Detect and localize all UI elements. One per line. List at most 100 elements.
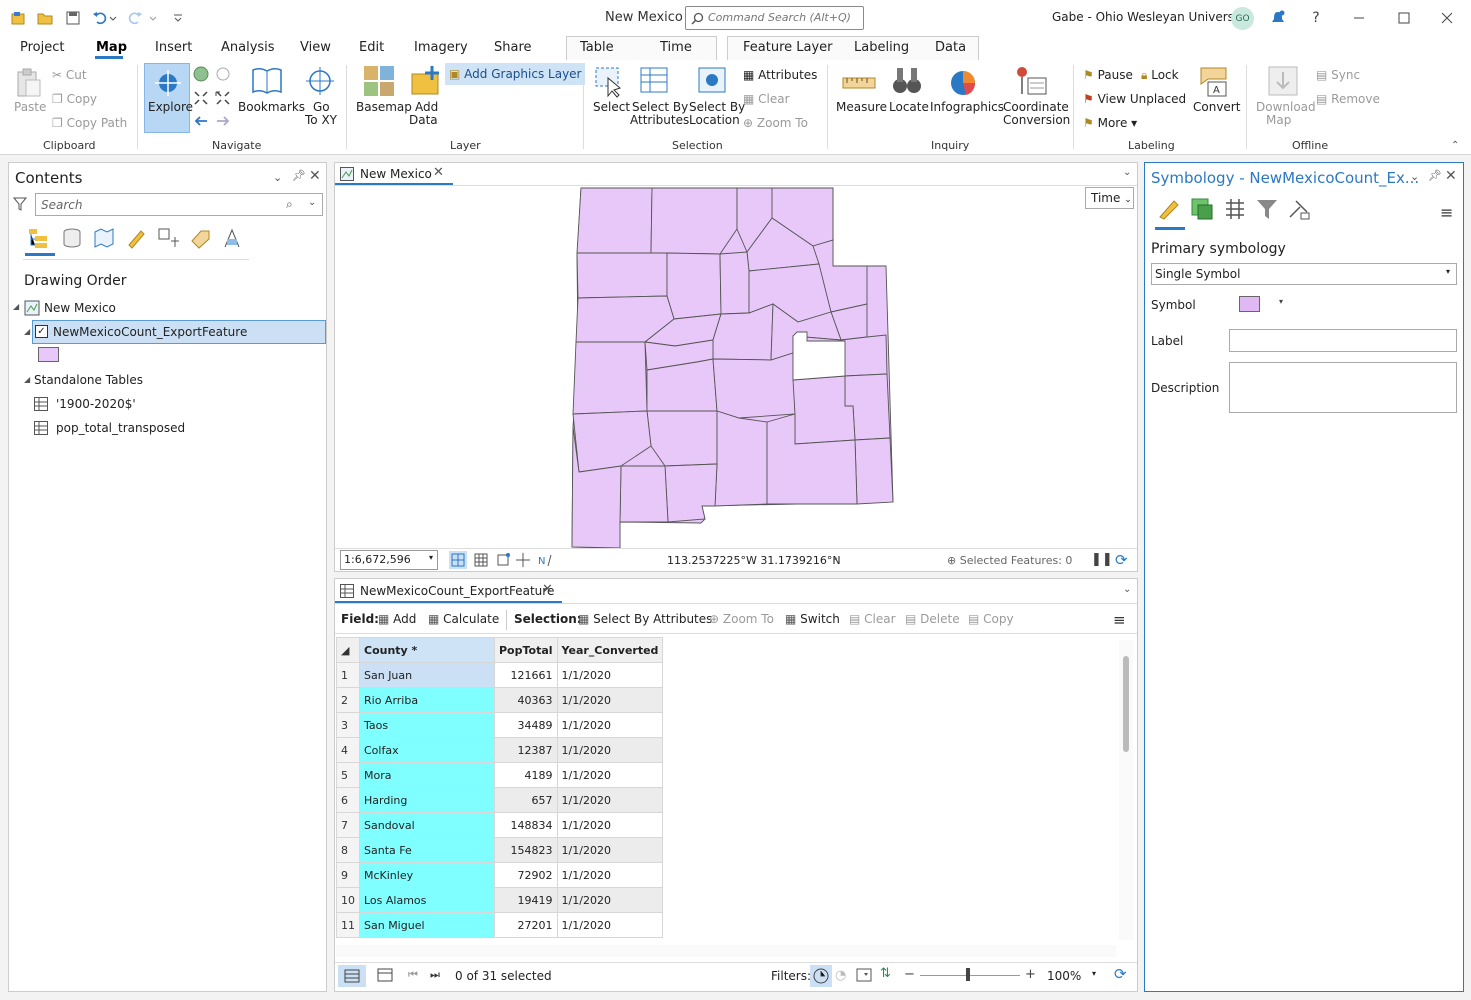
poptotal-cell[interactable]: 148834	[494, 812, 558, 838]
table-row[interactable]: 9 McKinley 72902 1/1/2020	[336, 862, 664, 888]
row-number[interactable]: 9	[336, 862, 360, 888]
zoom-in-icon[interactable]: +	[1025, 967, 1036, 982]
bookmarks-button[interactable]	[250, 64, 284, 98]
coordinate-readout[interactable]: 113.2537225°W 31.1739216°N	[667, 554, 841, 567]
year-cell[interactable]: 1/1/2020	[556, 712, 664, 738]
select-button[interactable]	[592, 64, 626, 98]
table-row[interactable]: 3 Taos 34489 1/1/2020	[336, 712, 664, 738]
close-tab-icon[interactable]: ✕	[433, 165, 444, 180]
year-cell[interactable]: 1/1/2020	[556, 887, 664, 913]
table-row[interactable]: 4 Colfax 12387 1/1/2020	[336, 737, 664, 763]
calculate-field-button[interactable]: ▦ Calculate	[428, 612, 499, 626]
column-header-poptotal[interactable]: PopTotal	[494, 637, 558, 663]
map-name[interactable]: New Mexico	[44, 301, 116, 315]
maximize-icon[interactable]	[1394, 8, 1414, 28]
search-options-icon[interactable]: ⌄	[308, 197, 316, 208]
tab-view[interactable]: View	[300, 40, 331, 55]
save-icon[interactable]	[63, 8, 83, 28]
row-number[interactable]: 1	[336, 662, 360, 688]
open-project-icon[interactable]	[35, 8, 55, 28]
pane-menu-icon[interactable]: ⌄	[273, 171, 282, 184]
year-cell[interactable]: 1/1/2020	[556, 787, 664, 813]
county-cell[interactable]: San Juan	[359, 662, 495, 688]
time-filter-icon[interactable]	[810, 965, 832, 987]
standalone-tables-heading[interactable]: Standalone Tables	[34, 373, 143, 387]
command-search-input[interactable]: Command Search (Alt+Q)	[685, 6, 864, 30]
poptotal-cell[interactable]: 121661	[494, 662, 558, 688]
expand-layer-icon[interactable]: ◢	[24, 327, 30, 336]
year-cell[interactable]: 1/1/2020	[556, 662, 664, 688]
zoom-slider-thumb[interactable]	[966, 968, 970, 981]
year-cell[interactable]: 1/1/2020	[556, 812, 664, 838]
column-header-county[interactable]: County *	[359, 637, 495, 663]
map-canvas[interactable]	[335, 186, 1137, 548]
avatar[interactable]: GO	[1231, 7, 1254, 30]
extent-filter-icon[interactable]	[856, 967, 872, 983]
row-number[interactable]: 11	[336, 912, 360, 938]
symbology-menu-icon[interactable]: ≡	[1440, 203, 1453, 222]
go-to-xy-button[interactable]	[303, 64, 337, 98]
attributes-button[interactable]: ▦ Attributes	[743, 68, 817, 82]
constraints-icon[interactable]	[515, 552, 531, 568]
collapse-ribbon-icon[interactable]: ⌃	[1451, 140, 1459, 151]
locate-button[interactable]	[890, 64, 924, 98]
infographics-button[interactable]	[946, 64, 980, 98]
vary-symbology-tab-icon[interactable]	[1190, 197, 1214, 221]
poptotal-cell[interactable]: 4189	[494, 762, 558, 788]
year-cell[interactable]: 1/1/2020	[556, 837, 664, 863]
search-icon[interactable]: ⌕	[286, 197, 293, 212]
layer-symbol-swatch[interactable]	[38, 347, 59, 362]
zoom-out-icon[interactable]: −	[904, 967, 915, 982]
tab-edit[interactable]: Edit	[359, 40, 384, 55]
user-name[interactable]: Gabe - Ohio Wesleyan University	[1052, 10, 1249, 24]
expand-map-icon[interactable]: ◢	[13, 302, 19, 311]
county-cell[interactable]: Mora	[359, 762, 495, 788]
new-project-icon[interactable]	[8, 8, 28, 28]
layer-name[interactable]: NewMexicoCount_ExportFeature	[53, 325, 247, 339]
coordinate-conversion-button[interactable]	[1014, 64, 1048, 98]
customize-qat-icon[interactable]	[168, 8, 188, 28]
year-cell[interactable]: 1/1/2020	[556, 912, 664, 938]
tab-labeling[interactable]: Labeling	[854, 40, 909, 55]
table-item[interactable]: pop_total_transposed	[56, 421, 185, 435]
scale-combobox[interactable]: 1:6,672,596 ▾	[340, 550, 438, 570]
refresh-icon[interactable]: ⟳	[1115, 551, 1128, 569]
row-number[interactable]: 5	[336, 762, 360, 788]
list-by-editing-icon[interactable]	[125, 227, 147, 249]
add-field-button[interactable]: ▦ Add	[378, 612, 416, 626]
tab-analysis[interactable]: Analysis	[221, 40, 275, 55]
poptotal-cell[interactable]: 154823	[494, 837, 558, 863]
list-by-perspective-imagery-icon[interactable]	[221, 227, 243, 249]
year-cell[interactable]: 1/1/2020	[556, 687, 664, 713]
tab-share[interactable]: Share	[494, 40, 532, 55]
row-number[interactable]: 3	[336, 712, 360, 738]
close-tab-icon[interactable]: ✕	[542, 582, 553, 597]
pane-menu-icon[interactable]: ⌄	[1410, 170, 1419, 183]
county-cell[interactable]: McKinley	[359, 862, 495, 888]
table-row[interactable]: 7 Sandoval 148834 1/1/2020	[336, 812, 664, 838]
notifications-icon[interactable]	[1268, 8, 1288, 28]
list-by-source-icon[interactable]	[61, 227, 83, 249]
row-number[interactable]: 6	[336, 787, 360, 813]
table-row[interactable]: 6 Harding 657 1/1/2020	[336, 787, 664, 813]
tab-feature-layer[interactable]: Feature Layer	[743, 40, 833, 55]
poptotal-cell[interactable]: 72902	[494, 862, 558, 888]
view-unplaced-button[interactable]: ⚑ View Unplaced	[1083, 92, 1186, 106]
add-graphics-layer-button[interactable]: ▣ Add Graphics Layer	[445, 63, 586, 85]
tab-table[interactable]: Table	[580, 40, 614, 55]
snapping-icon[interactable]	[495, 552, 511, 568]
refresh-table-icon[interactable]: ⟳	[1114, 965, 1127, 983]
table-row[interactable]: 1 San Juan 121661 1/1/2020	[336, 662, 664, 688]
poptotal-cell[interactable]: 27201	[494, 912, 558, 938]
undo-icon[interactable]	[90, 8, 110, 28]
add-data-button[interactable]	[410, 64, 444, 98]
convert-button[interactable]: A	[1198, 64, 1232, 98]
tab-project[interactable]: Project	[20, 40, 64, 55]
first-record-icon[interactable]: ⏮	[408, 968, 418, 982]
tab-imagery[interactable]: Imagery	[414, 40, 468, 55]
switch-selection-button[interactable]: ▦ Switch	[785, 612, 840, 626]
row-number[interactable]: 2	[336, 687, 360, 713]
minimize-icon[interactable]	[1349, 8, 1369, 28]
tab-time[interactable]: Time	[660, 40, 692, 55]
pin-icon[interactable]: 📌︎	[1428, 169, 1442, 182]
